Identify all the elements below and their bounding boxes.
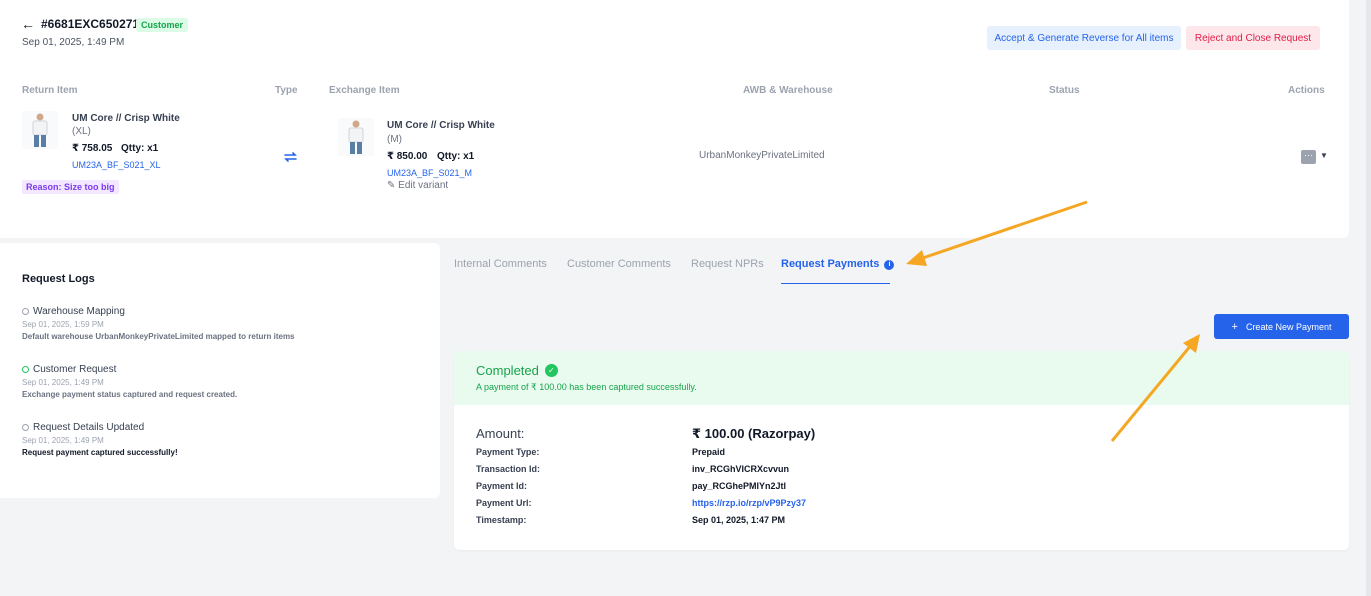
log-time: Sep 01, 2025, 1:49 PM <box>22 436 104 445</box>
log-title: Customer Request <box>33 364 117 375</box>
tab-request-nprs[interactable]: Request NPRs <box>691 258 764 270</box>
request-logs-title: Request Logs <box>22 273 95 285</box>
return-item-thumbnail <box>22 111 58 149</box>
payment-url-link[interactable]: https://rzp.io/rzp/vP9Pzy37 <box>692 498 806 508</box>
accept-generate-reverse-button[interactable]: Accept & Generate Reverse for All items <box>987 26 1181 50</box>
reject-close-request-button[interactable]: Reject and Close Request <box>1186 26 1320 50</box>
log-title: Warehouse Mapping <box>33 306 125 317</box>
create-new-payment-label: Create New Payment <box>1245 321 1332 332</box>
tab-request-payments[interactable]: Request Payments i <box>781 258 895 270</box>
plus-icon: + <box>1231 320 1238 333</box>
header-return-item: Return Item <box>22 85 78 96</box>
payment-status: Completed <box>476 363 539 378</box>
back-arrow-icon[interactable]: ← <box>21 16 35 32</box>
return-item-qty: Qtty: x1 <box>121 143 159 154</box>
payment-id-label: Payment Id: <box>476 481 528 491</box>
payment-card: Completed ✓ A payment of ₹ 100.00 has bee… <box>454 351 1349 550</box>
payment-url-label: Payment Url: <box>476 498 532 508</box>
tab-customer-comments[interactable]: Customer Comments <box>567 258 671 270</box>
return-item-sku[interactable]: UM23A_BF_S021_XL <box>72 160 161 170</box>
transaction-id-value: inv_RCGhVICRXcvvun <box>692 464 790 474</box>
request-header-card: ← #6681EXC650271 Customer Sep 01, 2025, … <box>0 0 1349 238</box>
log-desc: Exchange payment status captured and req… <box>22 390 238 399</box>
payment-type-value: Prepaid <box>692 447 726 457</box>
tab-request-payments-label: Request Payments <box>781 258 880 270</box>
payment-status-banner: Completed ✓ A payment of ₹ 100.00 has bee… <box>454 351 1349 405</box>
payment-id-value: pay_RCGhePMIYn2Jtl <box>692 481 787 491</box>
amount-value: ₹ 100.00 (Razorpay) <box>692 426 816 441</box>
request-id: #6681EXC650271 <box>41 17 140 31</box>
request-date: Sep 01, 2025, 1:49 PM <box>22 37 125 48</box>
log-status-dot-icon <box>22 366 29 373</box>
header-status: Status <box>1049 85 1080 96</box>
awb-warehouse-value: UrbanMonkeyPrivateLimited <box>699 150 825 161</box>
payment-type-label: Payment Type: <box>476 447 540 457</box>
exchange-swap-icon <box>283 150 298 168</box>
header-awb-warehouse: AWB & Warehouse <box>743 85 833 96</box>
edit-variant-label: Edit variant <box>398 180 449 191</box>
exchange-item-name: UM Core // Crisp White <box>387 120 495 131</box>
create-new-payment-button[interactable]: + Create New Payment <box>1214 314 1349 339</box>
log-entry: Warehouse Mapping Sep 01, 2025, 1:59 PM … <box>22 306 295 341</box>
scrollbar[interactable] <box>1366 0 1371 596</box>
return-item-name: UM Core // Crisp White <box>72 113 180 124</box>
log-time: Sep 01, 2025, 1:59 PM <box>22 320 104 329</box>
log-entry: Customer Request Sep 01, 2025, 1:49 PM E… <box>22 364 237 399</box>
log-status-dot-icon <box>22 424 29 431</box>
header-actions: Actions <box>1288 85 1325 96</box>
exchange-item-sku[interactable]: UM23A_BF_S021_M <box>387 168 472 178</box>
timestamp-value: Sep 01, 2025, 1:47 PM <box>692 515 786 525</box>
edit-pencil-icon: ✎ <box>387 180 396 191</box>
timestamp-label: Timestamp: <box>476 515 527 525</box>
log-title: Request Details Updated <box>33 422 145 433</box>
log-entry: Request Details Updated Sep 01, 2025, 1:… <box>22 422 178 457</box>
amount-label: Amount: <box>476 426 525 441</box>
exchange-item-size: (M) <box>387 134 402 145</box>
transaction-id-label: Transaction Id: <box>476 464 541 474</box>
return-item-size: (XL) <box>72 126 91 137</box>
actions-menu-button[interactable]: ··· <box>1301 150 1316 164</box>
log-status-dot-icon <box>22 308 29 315</box>
log-desc: Default warehouse UrbanMonkeyPrivateLimi… <box>22 332 295 341</box>
info-icon[interactable]: i <box>884 260 895 270</box>
exchange-item-thumbnail <box>338 118 374 156</box>
return-reason: Reason: Size too big <box>22 180 119 194</box>
return-item-price: ₹ 758.05 <box>72 143 113 154</box>
edit-variant-link[interactable]: ✎ Edit variant <box>387 180 448 191</box>
header-type: Type <box>275 85 298 96</box>
exchange-item-price: ₹ 850.00 <box>387 151 428 162</box>
payment-message: A payment of ₹ 100.00 has been captured … <box>476 382 697 392</box>
customer-badge: Customer <box>136 18 189 32</box>
actions-caret-icon[interactable]: ▼ <box>1320 151 1328 160</box>
header-exchange-item: Exchange Item <box>329 85 400 96</box>
log-time: Sep 01, 2025, 1:49 PM <box>22 378 104 387</box>
check-circle-icon: ✓ <box>544 364 558 377</box>
log-desc: Request payment captured successfully! <box>22 448 178 457</box>
tab-internal-comments[interactable]: Internal Comments <box>454 258 547 270</box>
request-logs-card: Request Logs Warehouse Mapping Sep 01, 2… <box>0 243 440 498</box>
active-tab-underline <box>781 283 890 284</box>
exchange-item-qty: Qtty: x1 <box>437 151 475 162</box>
